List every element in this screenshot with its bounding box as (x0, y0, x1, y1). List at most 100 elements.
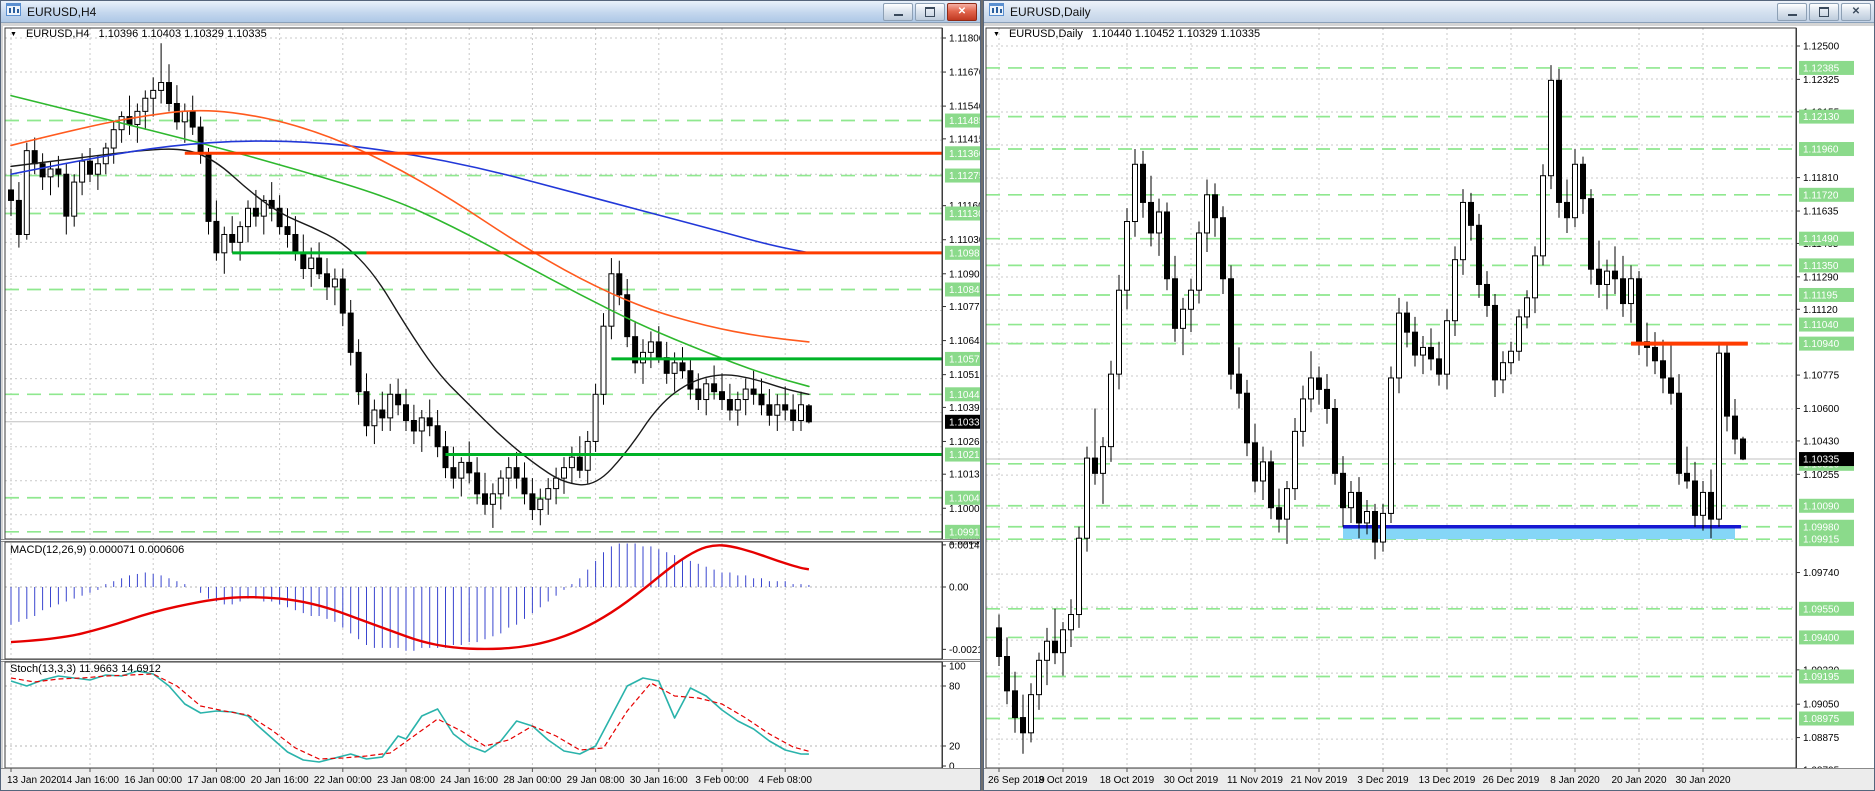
svg-text:1.11120: 1.11120 (1803, 305, 1838, 316)
svg-text:1.09550: 1.09550 (1803, 604, 1840, 615)
svg-text:1.10775: 1.10775 (949, 302, 980, 313)
svg-text:1.10090: 1.10090 (1803, 501, 1840, 512)
maximize-button[interactable] (915, 2, 945, 21)
svg-text:1.08975: 1.08975 (1803, 714, 1840, 725)
svg-text:13 Jan 2020: 13 Jan 2020 (7, 775, 62, 786)
svg-text:20 Jan 2020: 20 Jan 2020 (1611, 775, 1666, 786)
svg-text:24 Jan 16:00: 24 Jan 16:00 (440, 775, 498, 786)
svg-text:14 Jan 16:00: 14 Jan 16:00 (61, 775, 119, 786)
svg-text:1.08875: 1.08875 (1803, 733, 1840, 744)
svg-text:1.12325: 1.12325 (1803, 75, 1840, 86)
svg-text:1.10575: 1.10575 (949, 354, 980, 365)
svg-text:80: 80 (949, 682, 961, 693)
svg-text:1.11670: 1.11670 (949, 68, 980, 79)
svg-text:-0.00215: -0.00215 (949, 645, 980, 656)
svg-text:23 Jan 08:00: 23 Jan 08:00 (377, 775, 435, 786)
svg-text:1.11195: 1.11195 (1803, 290, 1838, 301)
svg-text:30 Oct 2019: 30 Oct 2019 (1164, 775, 1219, 786)
svg-text:1.11540: 1.11540 (949, 102, 980, 113)
svg-text:20 Jan 16:00: 20 Jan 16:00 (251, 775, 309, 786)
titlebar-h4[interactable]: EURUSD,H4 ✕ (1, 1, 980, 23)
chart-menu-caret-icon[interactable]: ▼ (993, 31, 1000, 38)
stoch-indicator-label: Stoch(13,3,3) 11.9663 14.6912 (10, 663, 161, 675)
svg-text:28 Jan 00:00: 28 Jan 00:00 (503, 775, 561, 786)
h4-chart-client: 1.118001.116701.115401.114151.111601.110… (1, 23, 980, 790)
svg-text:1.11960: 1.11960 (1803, 145, 1839, 156)
minimize-button[interactable] (883, 2, 913, 21)
svg-text:1.09195: 1.09195 (1803, 672, 1840, 683)
svg-text:1.11130: 1.11130 (949, 209, 980, 220)
svg-text:1.09740: 1.09740 (1803, 568, 1840, 579)
svg-text:11 Nov 2019: 11 Nov 2019 (1227, 775, 1283, 786)
svg-text:17 Jan 08:00: 17 Jan 08:00 (187, 775, 245, 786)
svg-text:1.12130: 1.12130 (1803, 112, 1840, 123)
svg-text:29 Jan 08:00: 29 Jan 08:00 (567, 775, 625, 786)
close-button[interactable]: ✕ (1841, 2, 1871, 21)
svg-text:1.11040: 1.11040 (1803, 320, 1839, 331)
svg-text:26 Dec 2019: 26 Dec 2019 (1483, 775, 1540, 786)
svg-text:1.11030: 1.11030 (949, 235, 980, 246)
svg-text:13 Dec 2019: 13 Dec 2019 (1419, 775, 1476, 786)
svg-text:1.12385: 1.12385 (1803, 63, 1840, 74)
svg-text:3 Dec 2019: 3 Dec 2019 (1357, 775, 1409, 786)
svg-text:8 Oct 2019: 8 Oct 2019 (1039, 775, 1088, 786)
svg-text:21 Nov 2019: 21 Nov 2019 (1291, 775, 1348, 786)
macd-indicator-label: MACD(12,26,9) 0.000071 0.000606 (10, 544, 185, 556)
titlebar-daily[interactable]: EURUSD,Daily ✕ (984, 1, 1874, 23)
svg-text:1.11290: 1.11290 (1803, 272, 1839, 283)
svg-text:1.10515: 1.10515 (949, 370, 980, 381)
chart-window-icon (6, 2, 21, 21)
daily-chart-client: 1.125001.123251.121551.118101.116351.114… (984, 23, 1874, 790)
svg-text:26 Sep 2019: 26 Sep 2019 (988, 775, 1045, 786)
minimize-button[interactable] (1777, 2, 1807, 21)
chart-menu-caret-icon[interactable]: ▼ (10, 31, 17, 38)
svg-text:1.10045: 1.10045 (949, 493, 980, 504)
svg-text:1.11415: 1.11415 (949, 134, 980, 145)
svg-text:1.11800: 1.11800 (949, 34, 980, 45)
maximize-button[interactable] (1809, 2, 1839, 21)
svg-text:1.10335: 1.10335 (1803, 455, 1840, 466)
svg-text:30 Jan 16:00: 30 Jan 16:00 (630, 775, 688, 786)
svg-text:4 Feb 08:00: 4 Feb 08:00 (759, 775, 813, 786)
svg-text:1.10390: 1.10390 (949, 403, 980, 414)
chart-ohlc-values: 1.10396 1.10403 1.10329 1.10335 (98, 28, 267, 40)
daily-chart-canvas[interactable]: 1.125001.123251.121551.118101.116351.114… (984, 23, 1874, 790)
window-title: EURUSD,Daily (1010, 4, 1091, 19)
svg-text:3 Feb 00:00: 3 Feb 00:00 (695, 775, 749, 786)
chart-symbol: EURUSD,Daily (1008, 28, 1083, 40)
svg-text:1.10135: 1.10135 (949, 470, 980, 481)
svg-text:16 Jan 00:00: 16 Jan 00:00 (124, 775, 182, 786)
svg-text:18 Oct 2019: 18 Oct 2019 (1100, 775, 1155, 786)
svg-text:1.12500: 1.12500 (1803, 42, 1840, 53)
svg-text:1.10210: 1.10210 (949, 450, 980, 461)
svg-text:1.09400: 1.09400 (1803, 633, 1840, 644)
svg-text:30 Jan 2020: 30 Jan 2020 (1675, 775, 1730, 786)
svg-text:0.001452: 0.001452 (949, 540, 980, 551)
svg-text:1.11360: 1.11360 (949, 149, 980, 160)
svg-text:1.11720: 1.11720 (1803, 190, 1839, 201)
svg-text:1.10900: 1.10900 (949, 269, 980, 280)
svg-text:1.11350: 1.11350 (1803, 261, 1839, 272)
svg-text:22 Jan 00:00: 22 Jan 00:00 (314, 775, 372, 786)
svg-text:1.11485: 1.11485 (949, 116, 980, 127)
svg-text:100: 100 (949, 662, 966, 673)
chart-window-h4[interactable]: EURUSD,H4 ✕ 1.11800 1.11670 1.11540 1.11415… (0, 0, 981, 791)
chart-window-daily[interactable]: EURUSD,Daily ✕ 1.125001.123251.121551.11… (983, 0, 1875, 791)
svg-text:1.10980: 1.10980 (949, 248, 980, 259)
window-title: EURUSD,H4 (27, 4, 97, 19)
svg-text:1.10645: 1.10645 (949, 336, 980, 347)
svg-text:1.11490: 1.11490 (1803, 234, 1839, 245)
svg-text:1.10005: 1.10005 (949, 504, 980, 515)
close-button[interactable]: ✕ (947, 2, 977, 21)
svg-text:1.10260: 1.10260 (949, 437, 980, 448)
svg-text:1.09980: 1.09980 (1803, 522, 1840, 533)
svg-text:8 Jan 2020: 8 Jan 2020 (1550, 775, 1600, 786)
svg-text:1.10940: 1.10940 (1803, 339, 1840, 350)
svg-text:1.10775: 1.10775 (1803, 371, 1840, 382)
svg-text:1.09050: 1.09050 (1803, 700, 1840, 711)
chart-info-line[interactable]: ▼ EURUSD,Daily 1.10440 1.10452 1.10329 1… (993, 28, 1260, 40)
chart-window-icon (989, 2, 1004, 21)
svg-text:1.10440: 1.10440 (949, 390, 980, 401)
chart-info-line[interactable]: ▼ EURUSD,H4 1.10396 1.10403 1.10329 1.10… (10, 28, 267, 40)
chart-ohlc-values: 1.10440 1.10452 1.10329 1.10335 (1091, 28, 1261, 40)
